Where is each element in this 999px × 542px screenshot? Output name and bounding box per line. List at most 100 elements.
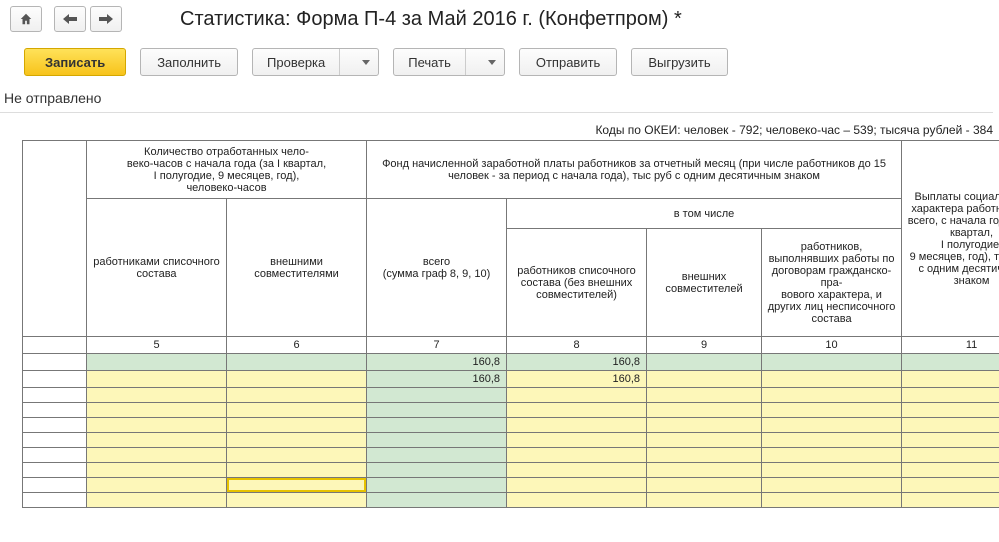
cell[interactable] <box>647 354 762 371</box>
cell[interactable] <box>647 433 762 448</box>
header-col5: работниками списочного состава <box>87 199 227 337</box>
cell[interactable] <box>902 493 999 508</box>
cell[interactable] <box>227 463 367 478</box>
cell[interactable] <box>367 388 507 403</box>
cell[interactable] <box>507 493 647 508</box>
print-button[interactable]: Печать <box>393 48 505 76</box>
rowhead-blank <box>23 141 87 337</box>
send-button[interactable]: Отправить <box>519 48 617 76</box>
cell[interactable] <box>762 418 902 433</box>
cell[interactable] <box>87 493 227 508</box>
colnum-10: 10 <box>762 337 902 354</box>
check-button[interactable]: Проверка <box>252 48 379 76</box>
nav-group <box>54 6 122 32</box>
cell[interactable] <box>762 371 902 388</box>
cell[interactable] <box>902 478 999 493</box>
forward-button[interactable] <box>90 6 122 32</box>
cell[interactable] <box>647 493 762 508</box>
cell-selected[interactable] <box>227 478 367 493</box>
cell[interactable] <box>902 448 999 463</box>
cell[interactable] <box>762 448 902 463</box>
table-row <box>23 448 999 463</box>
cell[interactable] <box>87 371 227 388</box>
cell[interactable] <box>902 354 999 371</box>
cell[interactable] <box>902 433 999 448</box>
cell[interactable] <box>227 433 367 448</box>
cell[interactable] <box>87 448 227 463</box>
cell[interactable] <box>762 403 902 418</box>
cell[interactable] <box>902 418 999 433</box>
cell[interactable] <box>902 371 999 388</box>
home-button[interactable] <box>10 6 42 32</box>
chevron-down-icon <box>488 60 496 65</box>
cell[interactable] <box>762 388 902 403</box>
cell[interactable] <box>762 478 902 493</box>
cell[interactable] <box>367 478 507 493</box>
cell[interactable] <box>87 478 227 493</box>
cell[interactable]: 160,8 <box>507 354 647 371</box>
cell[interactable] <box>87 418 227 433</box>
cell[interactable] <box>87 433 227 448</box>
colnum-5: 5 <box>87 337 227 354</box>
cell[interactable]: 160,8 <box>507 371 647 388</box>
cell[interactable] <box>227 493 367 508</box>
cell[interactable] <box>647 388 762 403</box>
export-label: Выгрузить <box>648 55 710 70</box>
cell[interactable] <box>507 478 647 493</box>
cell[interactable] <box>367 403 507 418</box>
cell[interactable] <box>762 493 902 508</box>
cell[interactable] <box>507 463 647 478</box>
cell[interactable] <box>647 448 762 463</box>
cell[interactable] <box>762 433 902 448</box>
cell[interactable]: 160,8 <box>367 371 507 388</box>
cell[interactable] <box>87 463 227 478</box>
table-row <box>23 493 999 508</box>
save-button[interactable]: Записать <box>24 48 126 76</box>
cell[interactable] <box>507 403 647 418</box>
cell[interactable] <box>367 463 507 478</box>
cell[interactable] <box>87 354 227 371</box>
cell[interactable] <box>902 388 999 403</box>
cell[interactable] <box>762 463 902 478</box>
cell[interactable] <box>227 354 367 371</box>
row-head <box>23 448 87 463</box>
cell[interactable] <box>227 403 367 418</box>
check-dropdown[interactable] <box>350 60 378 65</box>
export-button[interactable]: Выгрузить <box>631 48 727 76</box>
cell[interactable] <box>87 403 227 418</box>
row-head <box>23 433 87 448</box>
cell[interactable] <box>647 418 762 433</box>
data-table: Количество отработанных чело- веко-часов… <box>22 140 999 508</box>
cell[interactable] <box>902 403 999 418</box>
cell[interactable] <box>227 371 367 388</box>
cell[interactable] <box>507 388 647 403</box>
header-row-2: работниками списочного состава внешними … <box>23 199 999 229</box>
cell[interactable] <box>647 478 762 493</box>
fill-button[interactable]: Заполнить <box>140 48 238 76</box>
cell[interactable] <box>647 463 762 478</box>
row-head <box>23 403 87 418</box>
row-head <box>23 418 87 433</box>
cell[interactable] <box>647 371 762 388</box>
cell[interactable] <box>367 448 507 463</box>
cell[interactable] <box>227 448 367 463</box>
cell[interactable] <box>507 418 647 433</box>
cell[interactable]: 160,8 <box>367 354 507 371</box>
cell[interactable] <box>87 388 227 403</box>
sheet: Коды по ОКЕИ: человек - 792; человеко-ча… <box>22 119 999 508</box>
table-row: 160,8 160,8 <box>23 371 999 388</box>
print-dropdown[interactable] <box>476 60 504 65</box>
header-bar: Статистика: Форма П-4 за Май 2016 г. (Ко… <box>0 0 999 42</box>
cell[interactable] <box>507 433 647 448</box>
cell[interactable] <box>367 418 507 433</box>
back-button[interactable] <box>54 6 86 32</box>
cell[interactable] <box>762 354 902 371</box>
cell[interactable] <box>367 493 507 508</box>
header-col10: работников, выполнявших работы по догово… <box>762 229 902 337</box>
cell[interactable] <box>227 388 367 403</box>
cell[interactable] <box>507 448 647 463</box>
cell[interactable] <box>647 403 762 418</box>
cell[interactable] <box>902 463 999 478</box>
cell[interactable] <box>227 418 367 433</box>
cell[interactable] <box>367 433 507 448</box>
